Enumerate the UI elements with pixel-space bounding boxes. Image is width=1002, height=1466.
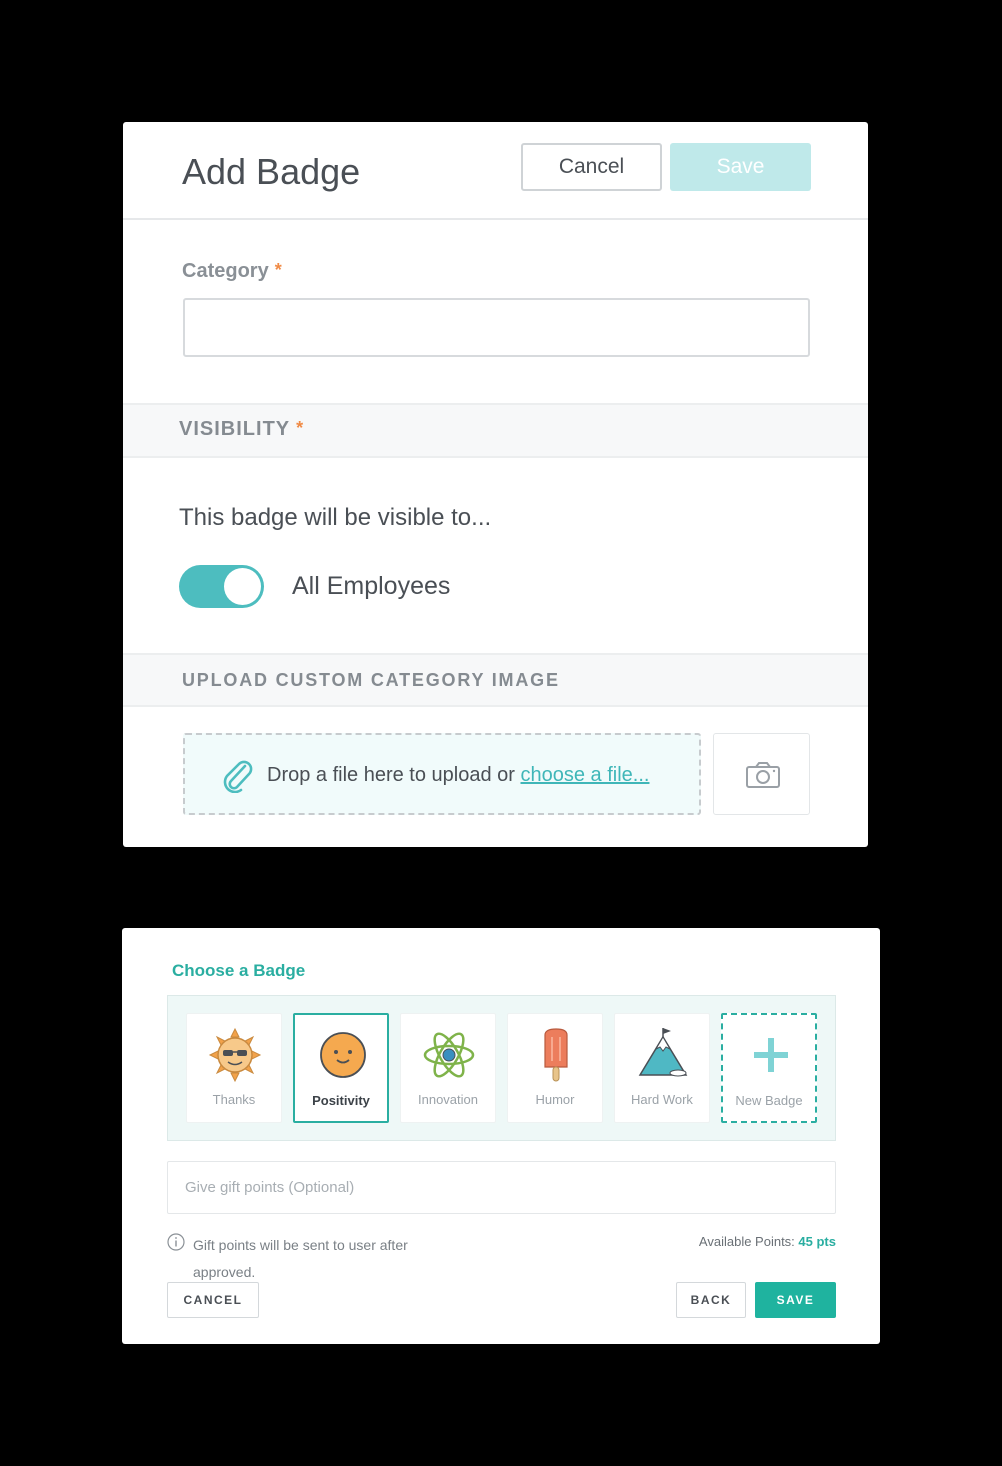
atom-icon <box>423 1032 475 1078</box>
badge-label: Innovation <box>418 1092 478 1107</box>
back-button[interactable]: BACK <box>676 1282 746 1318</box>
category-input[interactable] <box>183 298 810 357</box>
save-button[interactable]: SAVE <box>755 1282 836 1318</box>
category-label-text: Category <box>182 260 269 282</box>
badge-label: Humor <box>535 1092 575 1107</box>
upload-label: UPLOAD CUSTOM CATEGORY IMAGE <box>182 670 560 690</box>
available-points-label: Available Points: <box>698 1234 799 1249</box>
choose-badge-title: Choose a Badge <box>172 961 306 980</box>
badge-picker: Thanks Positivity Innovation Humor Hard … <box>167 995 836 1141</box>
badge-label: Thanks <box>212 1092 256 1107</box>
available-points-value: 45 pts <box>798 1234 836 1249</box>
dialog-title: Add Badge <box>182 151 361 192</box>
gift-points-note: Gift points will be sent to user after a… <box>193 1237 408 1280</box>
badge-label: New Badge <box>735 1093 803 1108</box>
visibility-label-text: VISIBILITY <box>179 418 291 440</box>
toggle-knob <box>224 568 261 605</box>
badge-thanks[interactable]: Thanks <box>186 1013 282 1123</box>
drop-text: Drop a file here to upload or <box>267 764 521 786</box>
badge-label: Positivity <box>312 1093 370 1108</box>
required-asterisk: * <box>274 260 282 280</box>
header-divider <box>123 218 868 220</box>
visibility-description: This badge will be visible to... <box>179 504 492 531</box>
smiley-face-icon <box>320 1032 366 1078</box>
gift-points-input[interactable] <box>167 1161 836 1214</box>
save-button[interactable]: Save <box>670 143 811 191</box>
info-icon <box>167 1233 185 1251</box>
badge-hard-work[interactable]: Hard Work <box>614 1013 710 1123</box>
add-badge-dialog: Add Badge Cancel Save Category * VISIBILI… <box>123 122 868 847</box>
badge-innovation[interactable]: Innovation <box>400 1013 496 1123</box>
new-badge-button[interactable]: New Badge <box>721 1013 817 1123</box>
mountain-flag-icon <box>638 1028 688 1077</box>
plus-icon <box>754 1038 788 1072</box>
available-points: Available Points: 45 pts <box>699 1234 836 1249</box>
popsicle-icon <box>544 1028 568 1082</box>
cancel-button[interactable]: CANCEL <box>167 1282 259 1318</box>
toggle-label: All Employees <box>292 572 451 600</box>
badge-positivity[interactable]: Positivity <box>293 1013 389 1123</box>
cancel-button[interactable]: Cancel <box>521 143 662 191</box>
badge-humor[interactable]: Humor <box>507 1013 603 1123</box>
drop-instructions: Drop a file here to upload or choose a f… <box>267 764 649 787</box>
paperclip-icon <box>223 760 253 793</box>
visibility-label: VISIBILITY * <box>179 418 304 441</box>
required-asterisk: * <box>296 418 305 438</box>
choose-badge-panel: Choose a Badge Thanks Positivity Innovat… <box>122 928 880 1344</box>
choose-file-link[interactable]: choose a file... <box>521 764 650 786</box>
sun-sunglasses-icon <box>208 1027 262 1083</box>
camera-icon <box>746 762 780 788</box>
file-drop-zone[interactable]: Drop a file here to upload or choose a f… <box>183 733 701 815</box>
camera-button[interactable] <box>713 733 810 815</box>
category-label: Category * <box>182 260 282 283</box>
badge-label: Hard Work <box>631 1092 693 1107</box>
all-employees-toggle[interactable] <box>179 565 264 608</box>
